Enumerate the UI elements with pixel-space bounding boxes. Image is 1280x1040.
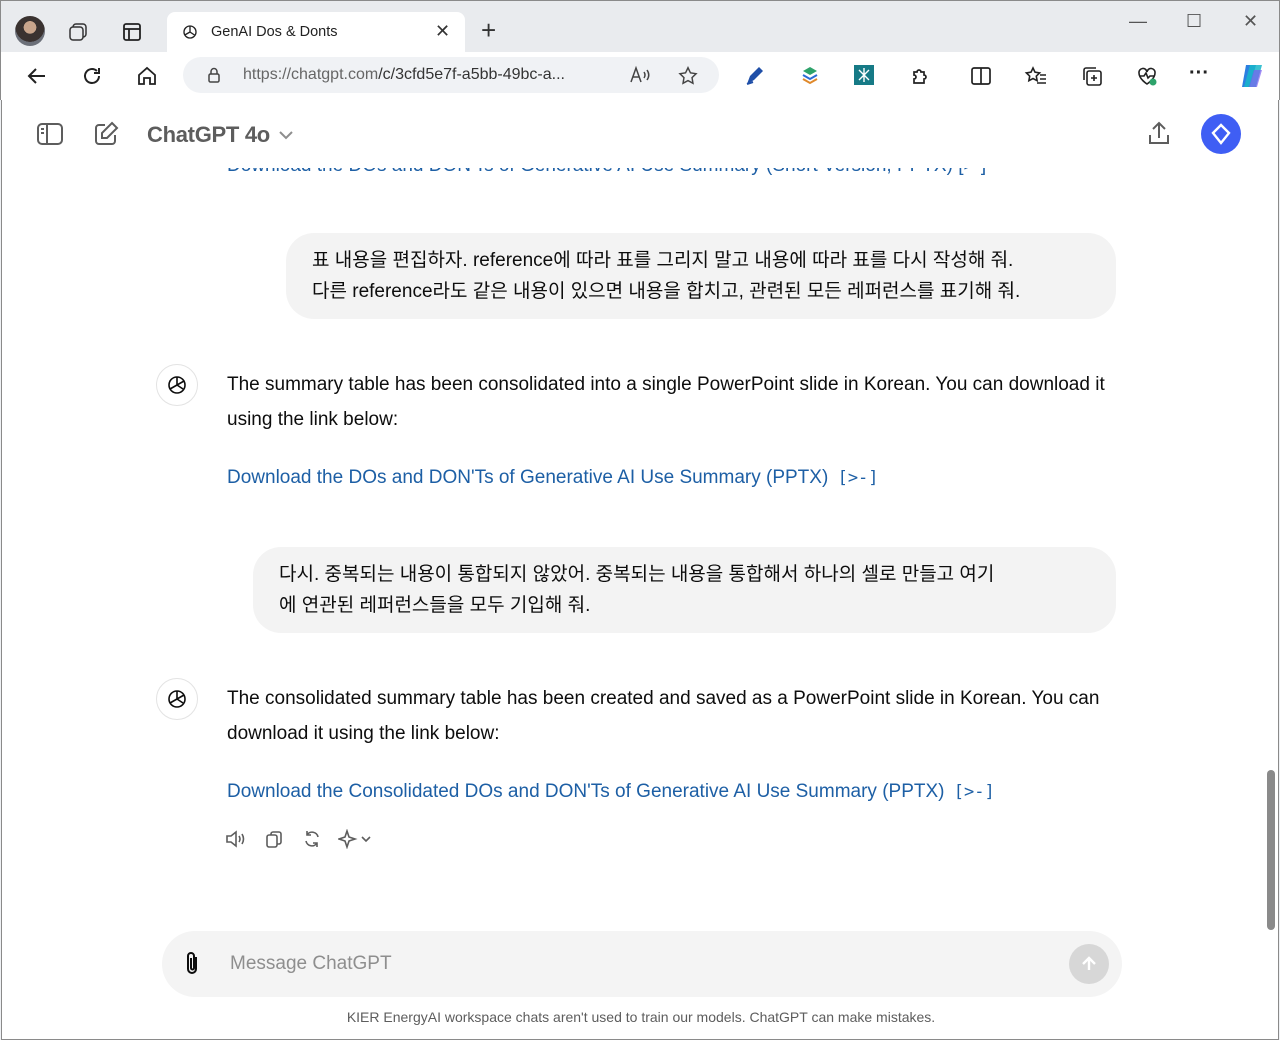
sparkle-model-icon[interactable] [338, 827, 372, 851]
tab-title: GenAI Dos & Donts [211, 24, 338, 40]
model-selector[interactable]: ChatGPT 4o [147, 122, 270, 148]
share-icon[interactable] [1146, 120, 1172, 148]
pen-extension-icon[interactable] [743, 64, 767, 88]
extensions-puzzle-icon[interactable] [909, 64, 933, 88]
home-icon[interactable] [135, 64, 159, 88]
close-window-button[interactable]: ✕ [1243, 11, 1258, 32]
url-path: /c/3cfd5e7f-a5bb-49bc-a... [378, 66, 565, 83]
back-icon[interactable] [25, 64, 49, 88]
lock-icon[interactable] [205, 66, 223, 89]
send-button[interactable] [1069, 944, 1109, 984]
more-menu-icon[interactable]: ··· [1189, 62, 1209, 85]
profile-avatar[interactable] [15, 16, 45, 46]
workspaces-icon[interactable] [67, 21, 89, 43]
chatgpt-page: Download the DOs and DON'Ts of Generativ… [1, 100, 1279, 1040]
browser-tab-bar: GenAI Dos & Donts ✕ + — ☐ ✕ [0, 0, 1280, 54]
download-link[interactable]: Download the Consolidated DOs and DON'Ts… [227, 781, 995, 803]
workspace-badge-icon[interactable] [1201, 114, 1241, 154]
tab-close-icon[interactable]: ✕ [435, 21, 450, 42]
sidebar-toggle-icon[interactable] [36, 122, 64, 146]
active-tab[interactable]: GenAI Dos & Donts ✕ [167, 12, 465, 54]
browser-essentials-icon[interactable] [1135, 64, 1159, 88]
user-message: 표 내용을 편집하자. reference에 따라 표를 그리지 말고 내용에 … [286, 233, 1116, 319]
regenerate-icon[interactable] [300, 827, 324, 851]
assistant-message: The summary table has been consolidated … [227, 374, 1105, 430]
maximize-button[interactable]: ☐ [1186, 11, 1202, 32]
chatgpt-avatar-icon [156, 364, 198, 406]
download-link-text[interactable]: Download the Consolidated DOs and DON'Ts… [227, 781, 944, 802]
url-host: https://chatgpt.com [243, 66, 379, 83]
scrollbar-thumb[interactable] [1267, 770, 1275, 930]
translate-extension-icon[interactable] [853, 64, 875, 86]
favorite-star-icon[interactable] [677, 65, 699, 87]
message-actions [224, 827, 372, 851]
user-message: 다시. 중복되는 내용이 통합되지 않았어. 중복되는 내용을 통합해서 하나의… [253, 547, 1116, 633]
address-url[interactable]: https://chatgpt.com/c/3cfd5e7f-a5bb-49bc… [243, 66, 565, 84]
new-chat-icon[interactable] [92, 120, 120, 148]
chatgpt-favicon-icon [181, 23, 199, 46]
code-interpreter-icon[interactable]: [>-] [838, 468, 879, 488]
read-aloud-icon[interactable] [629, 65, 651, 85]
chatgpt-avatar-icon [156, 678, 198, 720]
read-aloud-icon[interactable] [224, 827, 248, 851]
vertical-tabs-icon[interactable] [121, 21, 143, 43]
download-link-text[interactable]: Download the DOs and DON'Ts of Generativ… [227, 467, 828, 488]
address-bar[interactable]: https://chatgpt.com/c/3cfd5e7f-a5bb-49bc… [183, 57, 719, 93]
browser-toolbar: https://chatgpt.com/c/3cfd5e7f-a5bb-49bc… [0, 52, 1280, 100]
assistant-message: The consolidated summary table has been … [227, 688, 1100, 744]
favorites-icon[interactable] [1024, 64, 1048, 88]
reload-icon[interactable] [80, 64, 104, 88]
layers-extension-icon[interactable] [799, 64, 821, 86]
copy-icon[interactable] [262, 827, 286, 851]
new-tab-button[interactable]: + [481, 17, 496, 43]
disclaimer-text: KIER EnergyAI workspace chats aren't use… [346, 1009, 936, 1025]
user-message-line: 다시. 중복되는 내용이 통합되지 않았어. 중복되는 내용을 통합해서 하나의… [279, 564, 995, 585]
message-input[interactable]: Message ChatGPT [230, 953, 392, 975]
split-screen-icon[interactable] [969, 64, 993, 88]
download-link[interactable]: Download the DOs and DON'Ts of Generativ… [227, 467, 879, 489]
user-message-line: 다른 reference라도 같은 내용이 있으면 내용을 합치고, 관련된 모… [312, 281, 1021, 302]
attach-paperclip-icon[interactable] [180, 950, 204, 983]
collections-icon[interactable] [1080, 64, 1104, 88]
code-interpreter-icon[interactable]: [>-] [954, 782, 995, 802]
chat-header: ChatGPT 4o [2, 100, 1278, 168]
chevron-down-icon[interactable] [278, 128, 294, 146]
message-composer[interactable]: Message ChatGPT [162, 931, 1122, 997]
copilot-icon[interactable] [1237, 62, 1267, 90]
user-message-line: 에 연관된 레퍼런스들을 모두 기입해 줘. [279, 595, 591, 616]
minimize-button[interactable]: — [1129, 11, 1147, 32]
user-message-line: 표 내용을 편집하자. reference에 따라 표를 그리지 말고 내용에 … [312, 250, 1014, 271]
